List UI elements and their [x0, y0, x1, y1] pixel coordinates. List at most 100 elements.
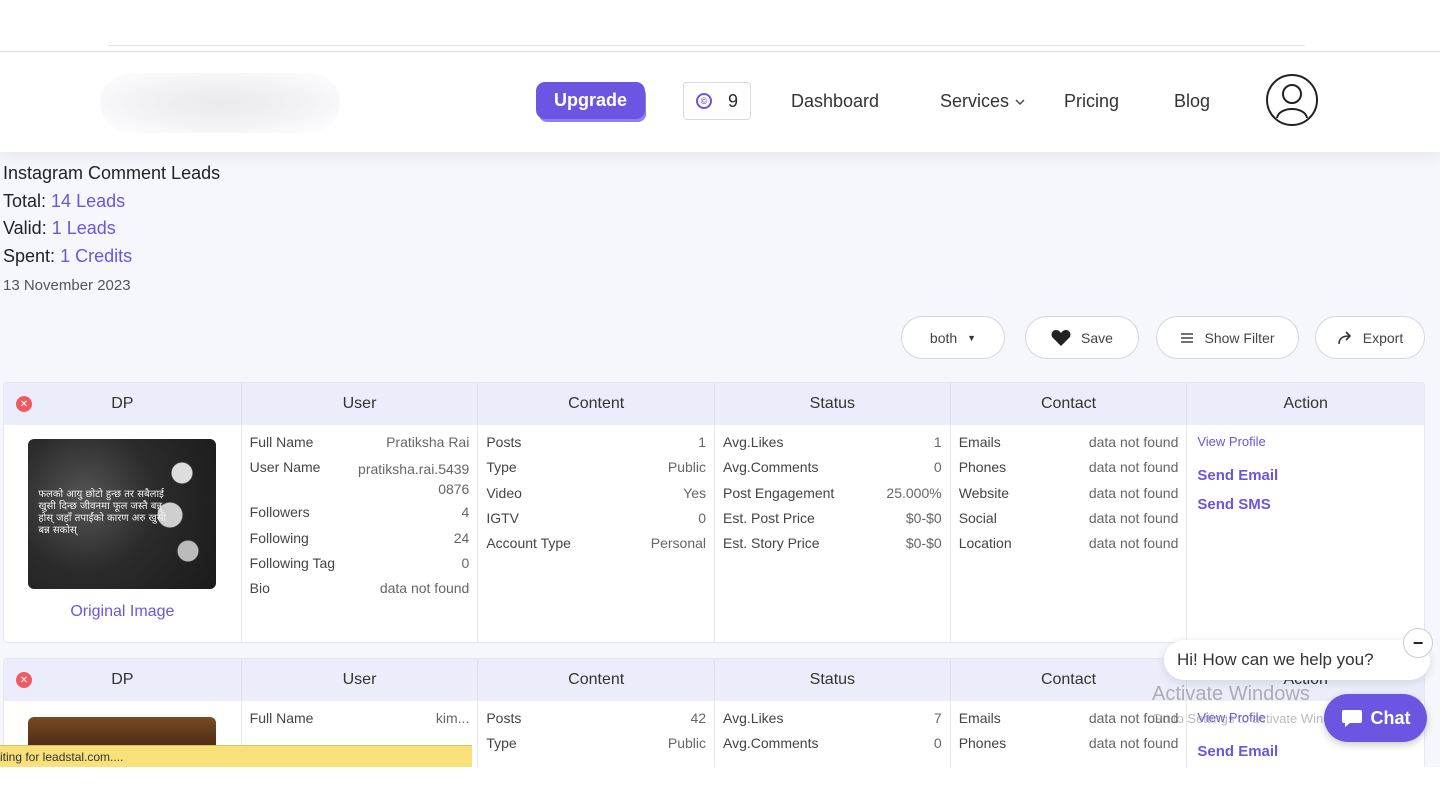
user-icon: [1276, 84, 1308, 119]
column-header-action: Action: [1283, 395, 1328, 412]
info-key: Avg.Comments: [723, 735, 819, 752]
type-select[interactable]: both ▼: [901, 316, 1005, 359]
remove-icon[interactable]: ✕: [16, 672, 32, 688]
spent-value: 1 Credits: [60, 245, 133, 266]
nav-dashboard[interactable]: Dashboard: [791, 91, 879, 112]
column-header-dp: ✕ DP: [4, 383, 242, 425]
show-filter-button[interactable]: Show Filter: [1156, 316, 1299, 359]
info-value: data not found: [1088, 710, 1179, 726]
info-value: 25.000%: [886, 484, 942, 501]
lead-card: ✕ DP User Content Status Contact Action …: [3, 382, 1425, 643]
info-key: Type: [486, 735, 517, 752]
user-column: Full Name Pratiksha Rai User Name pratiksh…: [242, 425, 479, 642]
info-key: Location: [958, 535, 1012, 552]
show-filter-label: Show Filter: [1204, 329, 1275, 346]
content-column: Posts 42 Type Public: [478, 701, 716, 767]
info-row: Avg.Comments 0: [723, 459, 942, 484]
chat-minimize-button[interactable]: −: [1403, 628, 1433, 658]
info-row: Avg.Likes 1: [723, 434, 942, 459]
nav-blog[interactable]: Blog: [1174, 91, 1210, 112]
info-value: pratiksha.rai.54390876: [358, 461, 470, 498]
caret-down-icon: ▼: [967, 332, 977, 343]
info-row: Est. Post Price $0-$0: [723, 510, 942, 535]
view-profile-link[interactable]: View Profile: [1197, 434, 1416, 449]
card-body: फलको आयु छोटो हुन्छ तर सबैलाई खुसी दिन्छ…: [4, 425, 1424, 642]
column-header-content: Content: [478, 383, 716, 425]
upgrade-button[interactable]: Upgrade: [536, 82, 645, 119]
info-value: 0: [933, 459, 942, 476]
info-value: data not found: [1088, 484, 1179, 501]
info-key: Following Tag: [249, 554, 336, 571]
chat-greeting-bubble[interactable]: Hi! How can we help you?: [1164, 640, 1430, 680]
profile-picture[interactable]: फलको आयु छोटो हुन्छ तर सबैलाई खुसी दिन्छ…: [28, 439, 217, 589]
info-row: Posts 42: [486, 710, 706, 735]
info-value: data not found: [379, 580, 470, 597]
nav-pricing[interactable]: Pricing: [1064, 91, 1119, 112]
info-row: Full Name kim...: [250, 710, 470, 735]
browser-top-strip: [0, 0, 1440, 52]
remove-icon[interactable]: ✕: [16, 396, 32, 412]
total-value: 14 Leads: [51, 190, 126, 211]
credits-badge[interactable]: © 9: [683, 82, 751, 120]
info-value: data not found: [1088, 434, 1179, 450]
info-row: Phones data not found: [959, 459, 1179, 484]
status-column: Avg.Likes 7 Avg.Comments 0: [715, 701, 951, 767]
chat-button-label: Chat: [1370, 707, 1411, 728]
info-value: data not found: [1088, 509, 1179, 526]
avatar[interactable]: [1266, 74, 1318, 126]
info-key: Account Type: [486, 535, 571, 552]
page-title: Instagram Comment Leads: [3, 163, 221, 183]
info-key: Posts: [486, 434, 522, 450]
info-value: Pratiksha Rai: [386, 434, 470, 450]
info-value: data not found: [1088, 735, 1179, 752]
info-key: Emails: [958, 434, 1001, 450]
info-row: Emails data not found: [959, 434, 1179, 459]
share-icon: [1337, 330, 1351, 344]
contact-column: Emails data not found Phones data not foun…: [951, 425, 1188, 642]
save-button[interactable]: Save: [1025, 316, 1139, 359]
info-key: Following: [249, 529, 309, 546]
send-email-link[interactable]: Send Email: [1197, 467, 1416, 484]
valid-line: Valid: 1 Leads: [3, 215, 220, 243]
info-value: kim...: [435, 710, 470, 726]
send-sms-link[interactable]: Send SMS: [1197, 496, 1416, 513]
export-label: Export: [1362, 329, 1404, 346]
info-row: Account Type Personal: [486, 535, 706, 560]
nav-services[interactable]: Services: [940, 91, 1025, 112]
bottom-margin: [0, 767, 1440, 810]
info-row: Website data not found: [959, 485, 1179, 510]
content-column: Posts 1 Type Public Video Yes IGTV 0 Account…: [478, 425, 716, 642]
column-header-dp-label: DP: [111, 671, 134, 688]
logo[interactable]: [100, 73, 340, 133]
navbar: Upgrade © 9 Dashboard Services Pricing B…: [0, 53, 1440, 152]
info-row: Emails data not found: [959, 710, 1179, 735]
column-header-user: User: [242, 383, 479, 425]
credits-count: 9: [727, 90, 738, 111]
info-row: Type Public: [486, 735, 706, 760]
column-header-status: Status: [715, 383, 951, 425]
save-label: Save: [1081, 329, 1113, 346]
info-key: Emails: [958, 710, 1001, 726]
column-header-dp-label: DP: [111, 395, 134, 412]
column-header-dp: ✕ DP: [4, 659, 242, 701]
info-value: 7: [933, 710, 942, 726]
original-image-link[interactable]: Original Image: [70, 603, 174, 621]
info-value: 1: [698, 434, 707, 450]
spent-line: Spent: 1 Credits: [3, 243, 220, 271]
chat-button[interactable]: Chat: [1324, 694, 1427, 742]
type-select-value: both: [929, 329, 958, 346]
info-value: Public: [667, 735, 707, 752]
total-line: Total: 14 Leads: [3, 188, 220, 216]
info-row: Following 24: [250, 530, 470, 555]
browser-status-bar: iting for leadstal.com....: [0, 745, 472, 767]
send-email-link[interactable]: Send Email: [1197, 743, 1416, 760]
info-key: Full Name: [249, 710, 314, 726]
export-button[interactable]: Export: [1315, 316, 1425, 359]
info-key: Est. Story Price: [723, 535, 820, 552]
info-value: $0-$0: [905, 535, 942, 552]
chat-bubble-icon: [1341, 710, 1362, 727]
info-key: Phones: [958, 459, 1007, 476]
info-row: IGTV 0: [486, 510, 706, 535]
contact-column: Emails data not found Phones data not foun…: [951, 701, 1188, 767]
lead-summary: Instagram Comment Leads Total: 14 Leads …: [3, 160, 220, 300]
